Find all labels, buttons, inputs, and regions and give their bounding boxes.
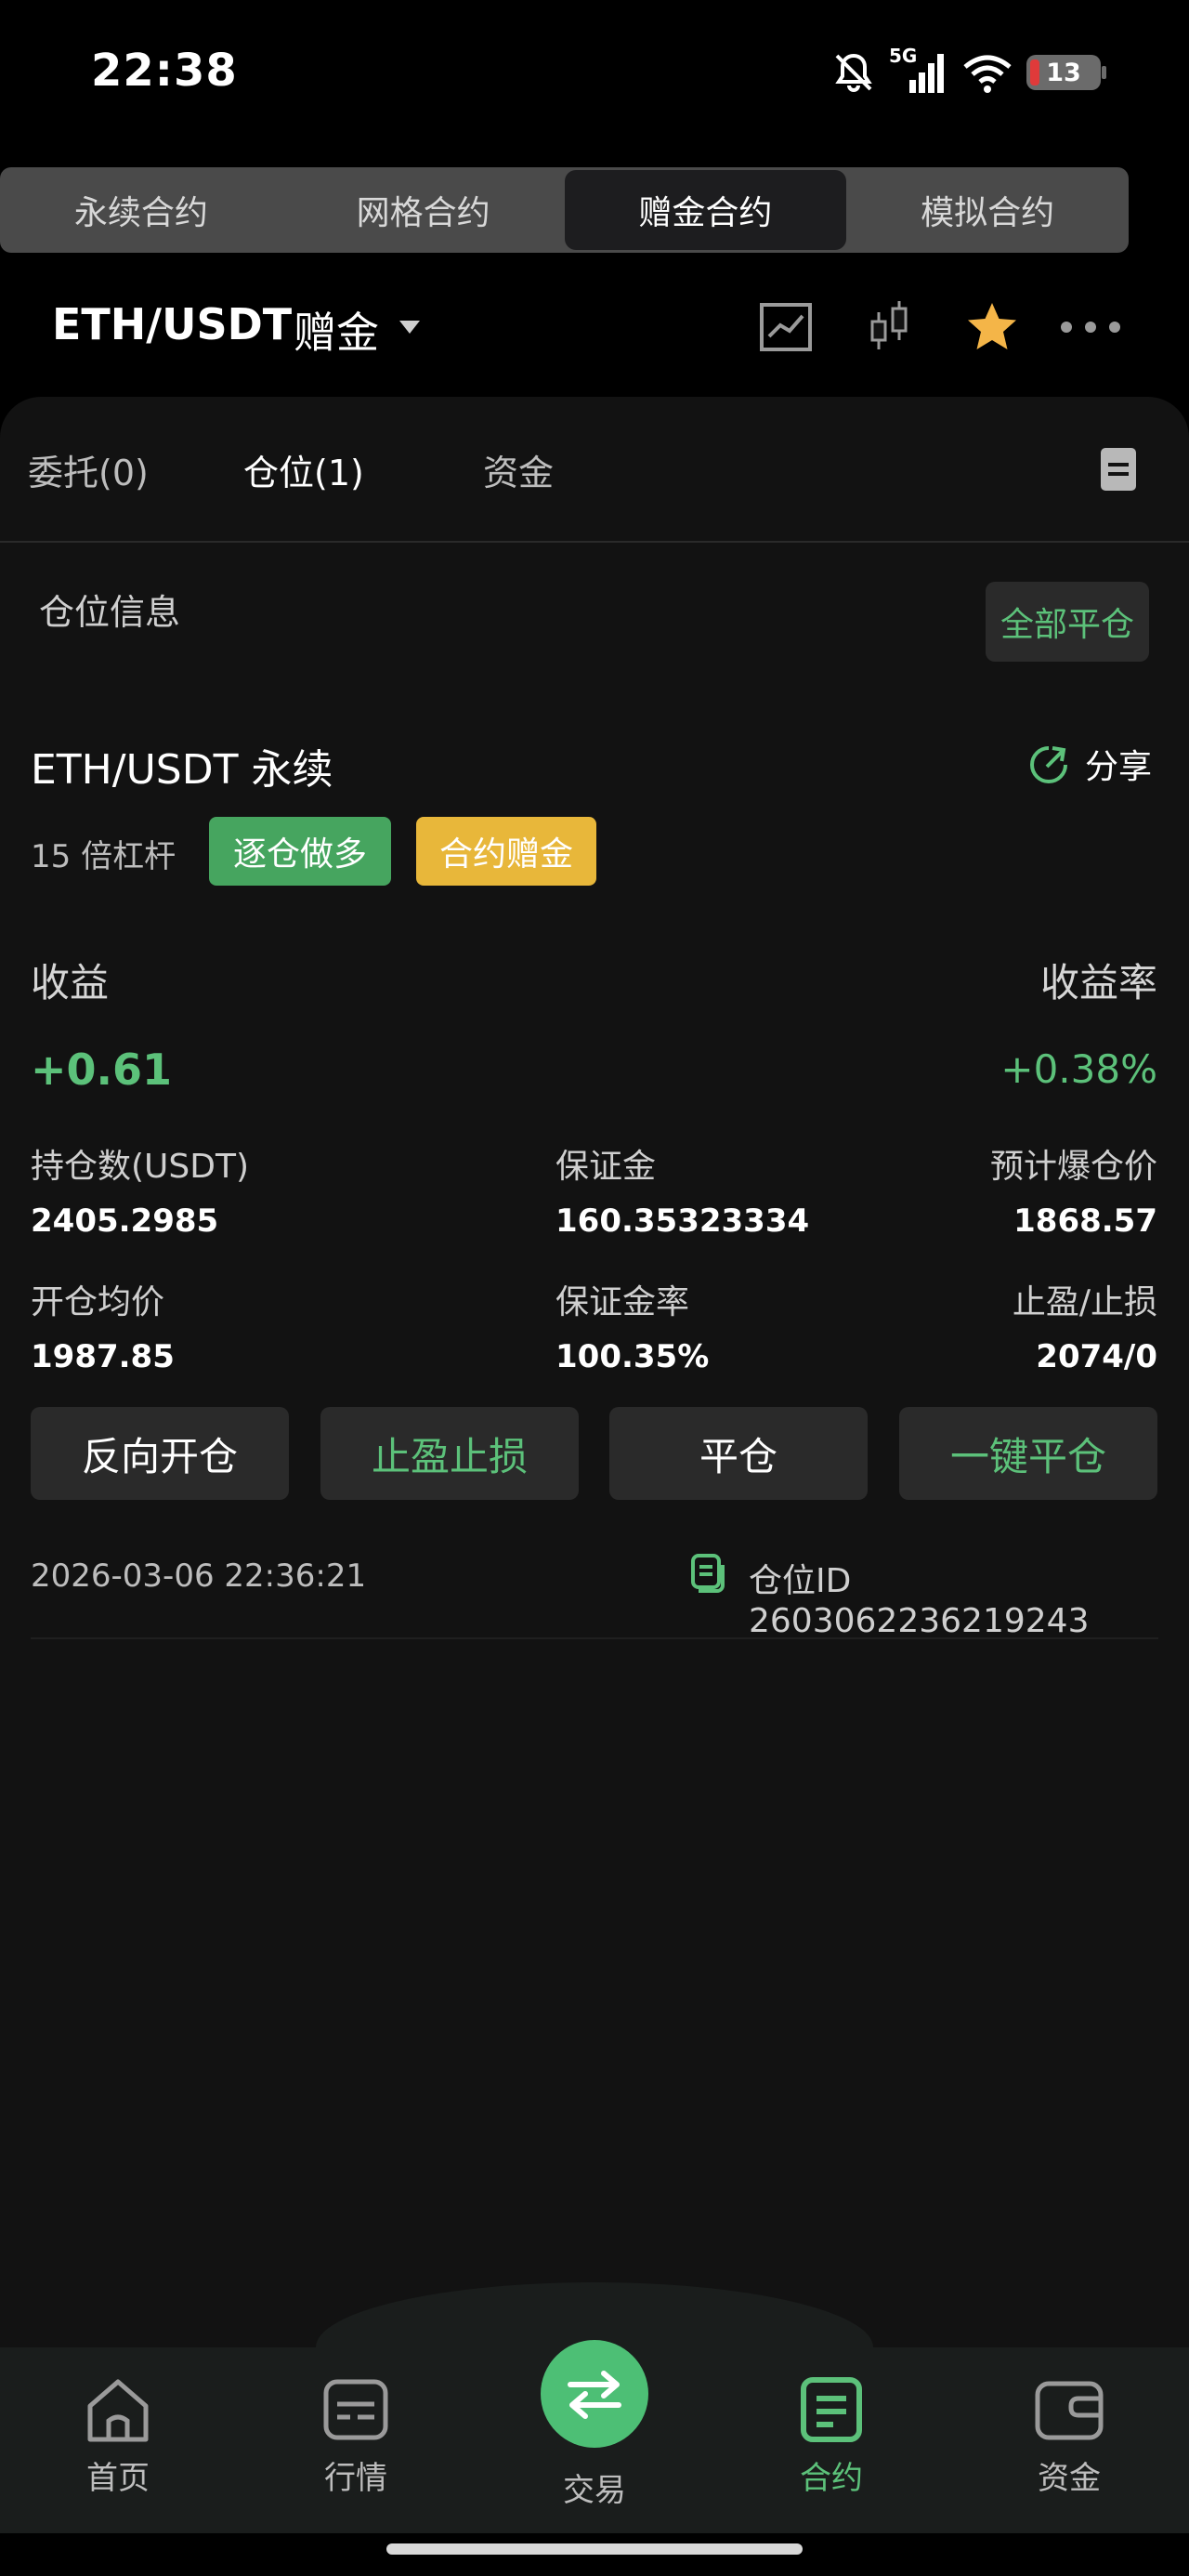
- tpsl-label: 止盈/止损: [1012, 1283, 1157, 1321]
- tpsl-value: 2074/0: [1036, 1338, 1157, 1375]
- tab-demo[interactable]: 模拟合约: [846, 167, 1129, 253]
- battery-icon: 13: [1026, 55, 1106, 90]
- nav-assets-label: 资金: [1038, 2460, 1101, 2497]
- margin-rate-value: 100.35%: [555, 1338, 710, 1375]
- silent-bell-icon: [835, 53, 872, 92]
- position-info-title: 仓位信息: [39, 592, 181, 633]
- wifi-icon: [963, 55, 1012, 93]
- copy-icon[interactable]: [687, 1554, 728, 1595]
- tab-bonus[interactable]: 赠金合约: [564, 170, 847, 250]
- nav-market[interactable]: 行情: [286, 2374, 425, 2498]
- isolated-long-badge: 逐仓做多: [209, 817, 391, 886]
- share-icon[interactable]: [1028, 744, 1069, 785]
- tab-funds[interactable]: 资金: [483, 444, 554, 495]
- entry-value: 1987.85: [31, 1338, 175, 1375]
- margin-value: 160.35323334: [555, 1203, 810, 1240]
- nav-market-label: 行情: [324, 2460, 387, 2497]
- star-icon[interactable]: [964, 299, 1020, 355]
- tab-grid[interactable]: 网格合约: [282, 167, 565, 253]
- divider: [31, 1637, 1158, 1639]
- margin-label: 保证金: [555, 1148, 657, 1186]
- more-icon[interactable]: [1057, 299, 1124, 355]
- signal-icon: 5G: [889, 45, 948, 95]
- market-icon: [323, 2379, 388, 2440]
- swap-icon: [568, 2371, 621, 2419]
- divider: [0, 541, 1189, 543]
- size-value: 2405.2985: [31, 1203, 219, 1240]
- contract-bonus-badge: 合约赠金: [416, 817, 596, 886]
- share-label[interactable]: 分享: [1085, 740, 1152, 788]
- nav-home-label: 首页: [86, 2460, 150, 2497]
- pnl-value: +0.61: [31, 1045, 173, 1095]
- one-click-close-button[interactable]: 一键平仓: [899, 1407, 1157, 1500]
- status-time: 22:38: [91, 45, 238, 97]
- pair-symbol[interactable]: ETH/USDT: [52, 299, 292, 349]
- position-id: 仓位ID 2603062236219243: [749, 1562, 1090, 1640]
- pnl-rate-label: 收益率: [1039, 960, 1157, 1005]
- pnl-rate-value: +0.38%: [1000, 1046, 1157, 1092]
- tab-orders[interactable]: 委托(0): [28, 444, 149, 495]
- status-icons: 5G 13: [831, 45, 1106, 99]
- liquidation-label: 预计爆仓价: [989, 1148, 1157, 1186]
- home-indicator[interactable]: [386, 2543, 803, 2555]
- battery-level: 13: [1046, 58, 1081, 87]
- tab-positions[interactable]: 仓位(1): [243, 444, 364, 495]
- document-icon[interactable]: [1101, 448, 1136, 491]
- reverse-open-button[interactable]: 反向开仓: [31, 1407, 289, 1500]
- nav-trade-label[interactable]: 交易: [520, 2464, 669, 2510]
- chart-line-icon[interactable]: [758, 299, 814, 355]
- pnl-label: 收益: [31, 960, 110, 1005]
- pair-mode[interactable]: 赠金: [294, 299, 379, 361]
- wallet-icon: [1035, 2381, 1104, 2440]
- candlestick-icon[interactable]: [862, 299, 918, 355]
- size-label: 持仓数(USDT): [31, 1148, 250, 1186]
- nav-contract-label: 合约: [800, 2460, 863, 2497]
- margin-rate-label: 保证金率: [555, 1283, 690, 1321]
- close-all-button[interactable]: 全部平仓: [986, 582, 1149, 662]
- nav-home[interactable]: 首页: [48, 2374, 188, 2498]
- nav-contract[interactable]: 合约: [762, 2374, 901, 2498]
- contract-icon: [801, 2377, 862, 2442]
- home-icon: [87, 2379, 149, 2442]
- tpsl-button[interactable]: 止盈止损: [320, 1407, 579, 1500]
- contract-type-tabs: 永续合约 网格合约 赠金合约 模拟合约: [0, 167, 1129, 253]
- leverage-label: 15 倍杠杆: [31, 838, 176, 875]
- nav-assets[interactable]: 资金: [1000, 2374, 1139, 2498]
- chevron-down-icon[interactable]: [399, 321, 420, 334]
- liquidation-value: 1868.57: [1013, 1203, 1157, 1240]
- trade-button[interactable]: [541, 2340, 648, 2448]
- tab-perpetual[interactable]: 永续合约: [0, 167, 282, 253]
- close-position-button[interactable]: 平仓: [609, 1407, 868, 1500]
- open-timestamp: 2026-03-06 22:36:21: [31, 1557, 367, 1595]
- entry-label: 开仓均价: [31, 1283, 165, 1321]
- contract-name: ETH/USDT 永续: [31, 746, 333, 794]
